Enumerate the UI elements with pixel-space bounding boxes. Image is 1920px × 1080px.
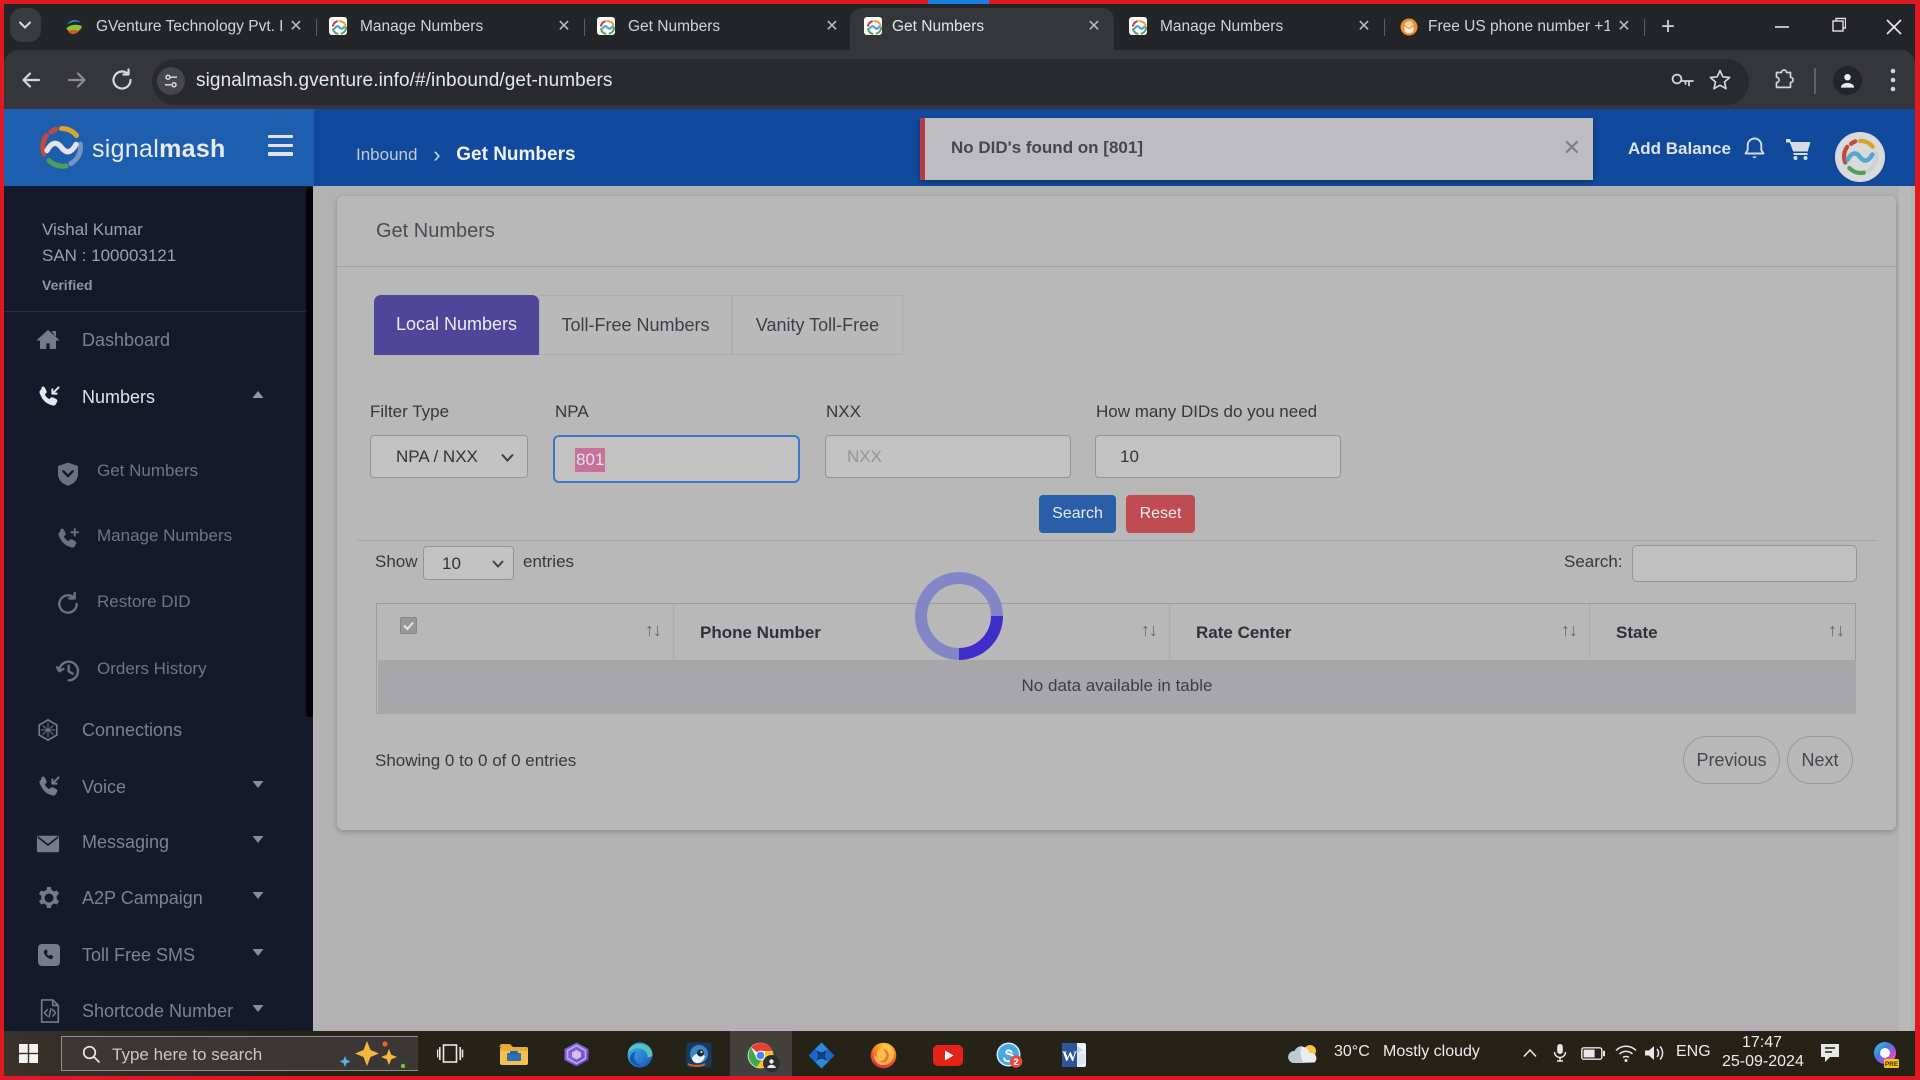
svg-text:W: W (1062, 1049, 1077, 1065)
svg-text:PRE: PRE (1885, 1061, 1899, 1068)
svg-text:2: 2 (1013, 1057, 1018, 1068)
